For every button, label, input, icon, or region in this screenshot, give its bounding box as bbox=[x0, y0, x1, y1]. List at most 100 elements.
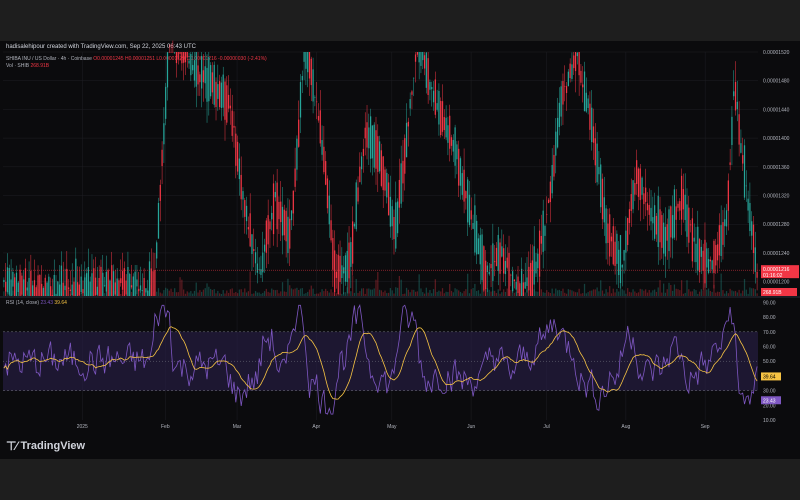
candle-body bbox=[474, 205, 476, 253]
volume-bar bbox=[580, 293, 582, 296]
volume-bar bbox=[524, 292, 526, 296]
candle-body bbox=[271, 212, 273, 220]
volume-bar bbox=[596, 287, 598, 296]
candle-body bbox=[30, 270, 32, 296]
candle-body bbox=[655, 215, 658, 235]
candle-body bbox=[458, 148, 460, 186]
volume-bar bbox=[355, 278, 357, 296]
volume-bar bbox=[573, 291, 575, 296]
candle-body bbox=[362, 148, 365, 157]
volume-bar bbox=[330, 289, 332, 296]
volume-bar bbox=[749, 287, 751, 296]
candle-body bbox=[179, 52, 181, 54]
candle-body bbox=[463, 169, 465, 202]
volume-bar bbox=[662, 283, 665, 296]
candle-body bbox=[26, 287, 28, 291]
volume-bar bbox=[165, 287, 167, 296]
volume-bar bbox=[130, 291, 133, 296]
candle-body bbox=[334, 250, 336, 293]
volume-bars bbox=[3, 271, 758, 296]
rsi-axis[interactable]: 90.0080.0070.0060.0050.0040.0030.0020.00… bbox=[761, 300, 781, 424]
candle-body bbox=[87, 266, 90, 296]
volume-bar bbox=[380, 290, 383, 296]
volume-bar bbox=[199, 290, 201, 296]
candle-body bbox=[236, 141, 239, 172]
volume-bar bbox=[402, 293, 404, 296]
volume-bar bbox=[628, 291, 631, 296]
candle-body bbox=[227, 94, 230, 109]
volume-bar bbox=[488, 289, 490, 296]
candle-body bbox=[596, 143, 598, 183]
volume-bar bbox=[314, 293, 316, 296]
candle-body bbox=[510, 274, 512, 276]
candle-body bbox=[479, 235, 481, 265]
volume-bar bbox=[450, 290, 453, 296]
candle-body bbox=[330, 220, 332, 241]
volume-bar bbox=[682, 293, 685, 296]
candle-body bbox=[174, 52, 176, 53]
candle-body bbox=[641, 177, 643, 195]
candle-body bbox=[193, 60, 196, 81]
volume-bar bbox=[637, 292, 640, 296]
candle-body bbox=[364, 127, 366, 139]
candle-body bbox=[578, 52, 580, 76]
candle-body bbox=[449, 115, 451, 149]
volume-bar bbox=[398, 276, 401, 296]
candle-body bbox=[112, 271, 115, 296]
candle-body bbox=[508, 252, 510, 296]
volume-bar bbox=[387, 292, 390, 296]
volume-bar bbox=[362, 288, 365, 296]
candle-body bbox=[37, 275, 39, 296]
volume-bar bbox=[698, 291, 701, 296]
candle-body bbox=[432, 90, 435, 103]
candle-body bbox=[513, 279, 516, 282]
volume-bar bbox=[555, 288, 557, 296]
candle-body bbox=[12, 272, 14, 287]
candle-body bbox=[199, 74, 201, 83]
candle-body bbox=[325, 161, 327, 185]
candle-body bbox=[384, 169, 386, 191]
candle-body bbox=[272, 183, 275, 235]
time-axis[interactable]: 2025 Feb Mar Apr May Jun Jul Aug Sep bbox=[77, 424, 710, 430]
candle-body bbox=[341, 265, 343, 279]
candle-body bbox=[157, 202, 160, 239]
price-tick-label: 0.00001320 bbox=[763, 194, 790, 200]
candle-body bbox=[422, 52, 424, 61]
candle-body bbox=[686, 204, 688, 237]
candle-body bbox=[294, 168, 296, 187]
candle-body bbox=[141, 290, 143, 292]
volume-bar bbox=[359, 291, 361, 296]
volume-bar bbox=[120, 293, 122, 296]
candle-body bbox=[555, 131, 557, 156]
candle-body bbox=[215, 81, 217, 108]
volume-bar bbox=[299, 288, 302, 296]
volume-bar bbox=[323, 291, 325, 296]
candle-body bbox=[278, 201, 280, 220]
candle-body bbox=[465, 191, 467, 199]
candle-body bbox=[740, 143, 742, 153]
candle-body bbox=[488, 271, 490, 275]
candle-body bbox=[152, 271, 154, 296]
volume-bar bbox=[418, 274, 420, 296]
candle-body bbox=[650, 207, 652, 222]
candle-body bbox=[515, 281, 517, 290]
candle-body bbox=[303, 52, 305, 62]
rsi-badge-label: 23.43 bbox=[763, 398, 776, 404]
volume-bar bbox=[242, 292, 244, 296]
volume-bar bbox=[729, 288, 731, 296]
candle-body bbox=[123, 268, 125, 296]
price-axis[interactable]: 0.00001520 0.00001480 0.00001440 0.00001400… bbox=[761, 50, 799, 296]
volume-bar bbox=[434, 279, 436, 296]
candle-body bbox=[154, 270, 156, 296]
candle-body bbox=[601, 178, 604, 220]
candle-body bbox=[634, 182, 636, 195]
time-tick-label: Apr bbox=[312, 424, 320, 430]
candle-body bbox=[742, 155, 744, 164]
volume-bar bbox=[535, 291, 537, 296]
volume-bar bbox=[504, 291, 507, 296]
volume-bar bbox=[591, 290, 593, 296]
price-chart[interactable]: 0.00001520 0.00001480 0.00001440 0.00001400… bbox=[0, 0, 800, 500]
volume-bar bbox=[627, 288, 629, 296]
tradingview-brand[interactable]: ⊤⁄ TradingView bbox=[6, 439, 85, 453]
candle-body bbox=[357, 187, 359, 202]
